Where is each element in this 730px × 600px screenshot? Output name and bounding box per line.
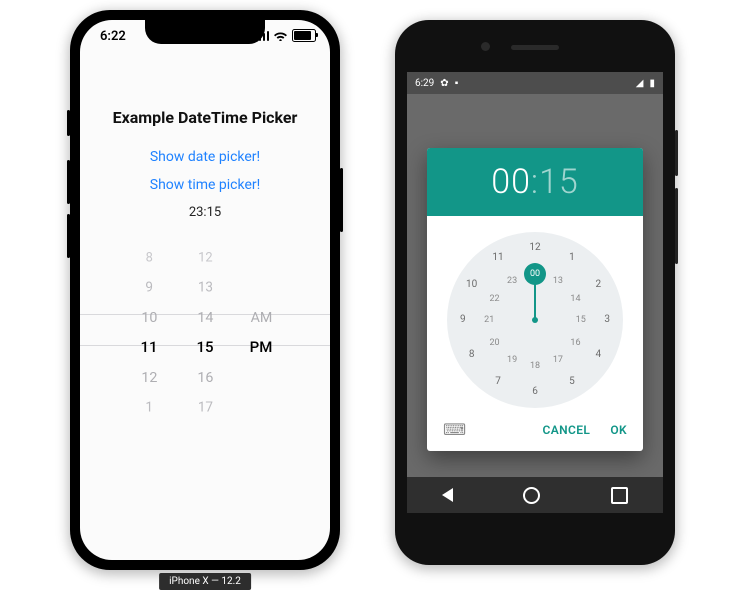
power-button bbox=[675, 130, 678, 176]
ok-button[interactable]: OK bbox=[610, 423, 627, 437]
gear-icon: ✿ bbox=[440, 78, 448, 89]
time-picker-dialog: 00:15 12 1 2 3 4 5 6 7 8 9 10 11 bbox=[427, 148, 643, 451]
front-camera bbox=[481, 42, 490, 51]
dialog-actions: ⌨ CANCEL OK bbox=[427, 416, 643, 451]
clock-tick-inner[interactable]: 20 bbox=[486, 334, 504, 352]
clock-tick-inner[interactable]: 15 bbox=[572, 311, 590, 329]
clock-tick[interactable]: 10 bbox=[463, 276, 481, 294]
volume-rocker bbox=[675, 188, 678, 264]
cancel-button[interactable]: CANCEL bbox=[542, 423, 590, 437]
clock-tick[interactable]: 2 bbox=[589, 276, 607, 294]
nav-back-button[interactable] bbox=[442, 488, 453, 502]
clock-tick-inner[interactable]: 13 bbox=[549, 272, 567, 290]
side-button bbox=[340, 168, 343, 232]
volume-up-button bbox=[67, 160, 70, 204]
clock-tick-inner[interactable]: 16 bbox=[566, 334, 584, 352]
clock-tick[interactable]: 3 bbox=[598, 311, 616, 329]
minute-wheel[interactable]: 12 13 14 15 16 17 bbox=[184, 242, 226, 412]
clock-tick[interactable]: 6 bbox=[526, 383, 544, 401]
android-status-time: 6:29 bbox=[415, 78, 434, 89]
android-frame: 6:29 ✿ ▪ ◢ ▮ 00:15 12 1 2 bbox=[395, 20, 675, 565]
clock-tick[interactable]: 5 bbox=[563, 373, 581, 391]
battery-icon: ▮ bbox=[649, 78, 655, 89]
minute-option[interactable]: 17 bbox=[197, 394, 212, 421]
minute-option[interactable]: 14 bbox=[197, 303, 213, 332]
iphone-screen: 6:22 Example DateTime Picker Show date p… bbox=[80, 20, 330, 560]
clock-tick-inner[interactable]: 22 bbox=[486, 290, 504, 308]
ios-time-picker[interactable]: 8 9 10 11 12 1 12 13 14 15 16 bbox=[80, 242, 330, 412]
clock-tick-inner[interactable]: 23 bbox=[503, 272, 521, 290]
nav-recent-button[interactable] bbox=[611, 487, 628, 504]
iphone-frame: 6:22 Example DateTime Picker Show date p… bbox=[70, 10, 340, 570]
hour-wheel[interactable]: 8 9 10 11 12 1 bbox=[128, 242, 170, 412]
show-time-picker-button[interactable]: Show time picker! bbox=[80, 177, 330, 193]
clock-face[interactable]: 12 1 2 3 4 5 6 7 8 9 10 11 13 14 15 16 bbox=[447, 232, 623, 408]
ios-status-time: 6:22 bbox=[100, 29, 126, 44]
header-hour[interactable]: 00 bbox=[491, 162, 531, 202]
clock-tick-inner[interactable]: 17 bbox=[549, 351, 567, 369]
hour-option[interactable]: 8 bbox=[145, 244, 152, 270]
hour-option[interactable]: 9 bbox=[145, 274, 153, 301]
show-date-picker-button[interactable]: Show date picker! bbox=[80, 149, 330, 165]
hour-option[interactable]: 1 bbox=[145, 394, 153, 421]
clock-tick-inner[interactable]: 21 bbox=[480, 311, 498, 329]
android-status-bar: 6:29 ✿ ▪ ◢ ▮ bbox=[407, 72, 663, 94]
clock-tick[interactable]: 9 bbox=[454, 311, 472, 329]
keyboard-icon[interactable]: ⌨ bbox=[443, 420, 466, 439]
clock-hub bbox=[532, 317, 538, 323]
header-minute[interactable]: 15 bbox=[539, 162, 579, 202]
ampm-wheel[interactable]: AM PM bbox=[240, 242, 282, 412]
clock-tick[interactable]: 1 bbox=[563, 249, 581, 267]
time-picker-header[interactable]: 00:15 bbox=[427, 148, 643, 216]
minute-option[interactable]: 13 bbox=[197, 274, 212, 301]
minute-option[interactable]: 12 bbox=[198, 244, 213, 270]
volume-down-button bbox=[67, 214, 70, 258]
signal-icon: ◢ bbox=[636, 78, 644, 89]
speaker bbox=[511, 45, 559, 50]
clock-selected-knob[interactable]: 00 bbox=[524, 263, 546, 285]
nav-home-button[interactable] bbox=[523, 487, 540, 504]
page-title: Example DateTime Picker bbox=[80, 108, 330, 127]
hour-option-selected[interactable]: 11 bbox=[140, 332, 157, 362]
android-nav-bar bbox=[407, 477, 663, 513]
hour-option[interactable]: 12 bbox=[141, 363, 157, 392]
clock-tick[interactable]: 7 bbox=[489, 373, 507, 391]
ios-content: Example DateTime Picker Show date picker… bbox=[80, 54, 330, 412]
wifi-icon bbox=[273, 30, 288, 41]
device-caption: iPhone X — 12.2 bbox=[159, 573, 251, 590]
clock-tick-inner[interactable]: 18 bbox=[526, 357, 544, 375]
selected-time-display: 23:15 bbox=[80, 205, 330, 220]
hour-option[interactable]: 10 bbox=[141, 303, 157, 332]
clock-tick[interactable]: 4 bbox=[589, 346, 607, 364]
clock-tick[interactable]: 11 bbox=[489, 249, 507, 267]
clock-tick[interactable]: 8 bbox=[463, 346, 481, 364]
minute-option[interactable]: 16 bbox=[197, 363, 213, 392]
ampm-option-selected[interactable]: PM bbox=[250, 332, 273, 362]
android-screen: 6:29 ✿ ▪ ◢ ▮ 00:15 12 1 2 bbox=[407, 72, 663, 513]
battery-icon bbox=[292, 29, 316, 42]
clock-tick-inner[interactable]: 14 bbox=[566, 290, 584, 308]
clock-tick[interactable]: 12 bbox=[526, 239, 544, 257]
minute-option-selected[interactable]: 15 bbox=[196, 332, 213, 362]
clock-tick-inner[interactable]: 19 bbox=[503, 351, 521, 369]
ampm-option[interactable]: AM bbox=[250, 303, 272, 332]
battery-small-icon: ▪ bbox=[455, 78, 459, 89]
iphone-notch bbox=[145, 20, 265, 44]
mute-switch bbox=[67, 110, 70, 136]
